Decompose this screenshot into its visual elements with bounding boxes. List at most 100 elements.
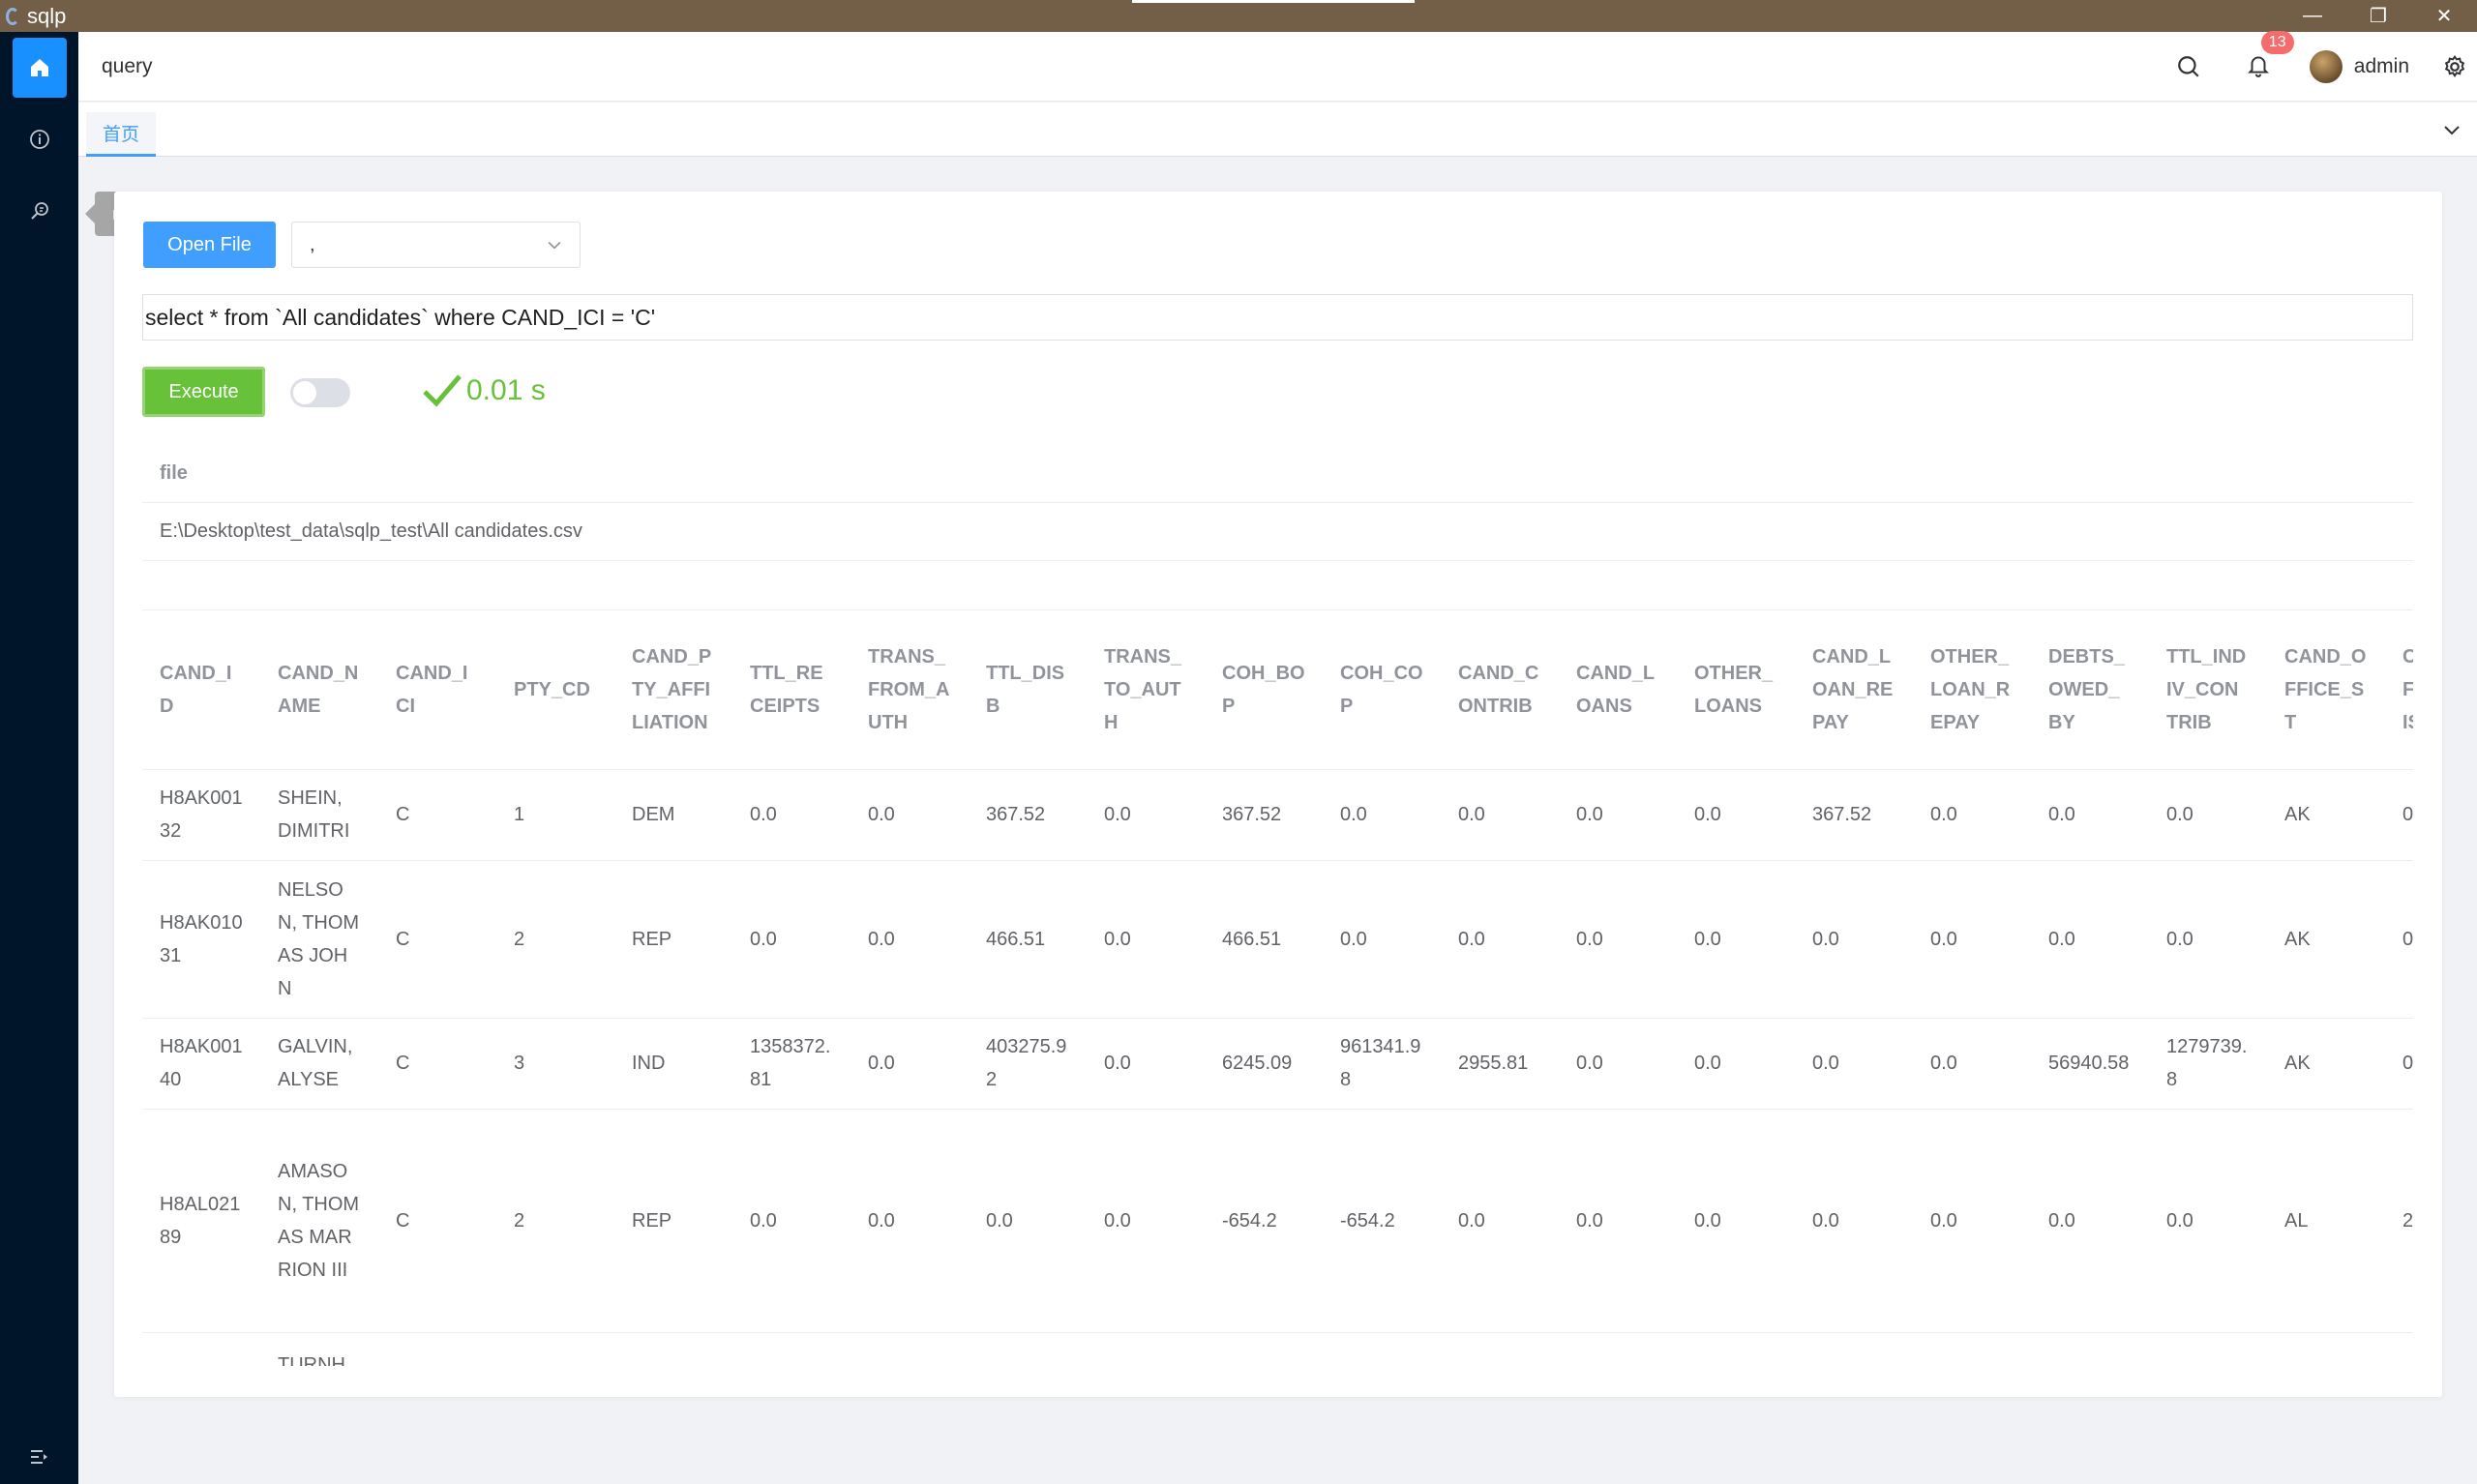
column-header: CAND_ID (142, 610, 260, 770)
window-controls: — ❐ ✕ (2280, 0, 2477, 32)
table-cell: 0.0 (732, 1109, 851, 1333)
table-cell: 0.0 (2031, 1109, 2149, 1333)
table-cell: 0.0 (1441, 1109, 1559, 1333)
search-icon[interactable] (2176, 54, 2201, 79)
table-cell: AK (2267, 769, 2385, 861)
avatar[interactable] (2309, 50, 2343, 83)
sidebar-item-about[interactable] (0, 104, 78, 175)
table-cell: 367.52 (1205, 769, 1323, 861)
column-header: OTHER_LOAN_REPAY (1913, 610, 2031, 770)
table-row: H8AK00140 GALVIN, ALYSE C 3 IND 1358372.81 0.0… (142, 1018, 2413, 1110)
table-cell: C (378, 1109, 496, 1333)
sidebar (0, 32, 78, 1484)
file-path: E:\Desktop\test_data\sqlp_test\All candi… (142, 503, 2413, 561)
minimize-button[interactable]: — (2280, 0, 2345, 32)
table-cell: 0.0 (1913, 1018, 2031, 1110)
sql-query-input[interactable]: select * from `All candidates` where CAN… (142, 294, 2413, 341)
table-cell: 0.0 (1913, 1109, 2031, 1333)
table-cell (851, 1332, 969, 1366)
table-cell: C (378, 860, 496, 1019)
table-cell: DEM (614, 769, 732, 861)
column-header: CAND_ICI (378, 610, 496, 770)
table-cell (1795, 1332, 1913, 1366)
table-cell: -654.2 (1205, 1109, 1323, 1333)
close-button[interactable]: ✕ (2411, 0, 2477, 32)
table-cell: 0.0 (1677, 1109, 1795, 1333)
sidebar-item-query[interactable] (0, 175, 78, 247)
table-cell: SHEIN, DIMITRI (260, 769, 378, 861)
restore-button[interactable]: ❐ (2345, 0, 2411, 32)
check-icon (423, 374, 462, 407)
table-row: H8AL02189 AMASON, THOMAS MARRION III C 2 REP… (142, 1109, 2413, 1333)
column-header: PTY_CD (496, 610, 614, 770)
table-cell: REP (614, 860, 732, 1019)
search-doc-icon (30, 202, 48, 220)
table-cell: 0.0 (1441, 860, 1559, 1019)
column-header: TTL_RECEIPTS (732, 610, 851, 770)
table-cell: 0.0 (1913, 860, 2031, 1019)
table-cell: 0.0 (1559, 860, 1677, 1019)
table-cell: 2955.81 (1441, 1018, 1559, 1110)
table-cell: 0.0 (1087, 769, 1205, 861)
table-cell: 3 (496, 1018, 614, 1110)
chevron-down-icon (548, 241, 561, 250)
top-header: query 13 admin (78, 30, 2477, 102)
table-cell: AL (2267, 1109, 2385, 1333)
gear-icon[interactable] (2442, 54, 2467, 79)
table-cell (1677, 1332, 1795, 1366)
table-cell: 0.0 (1677, 860, 1795, 1019)
elapsed-time: 0.01 s (466, 374, 546, 406)
column-header: CAND_PTY_AFFILIATION (614, 610, 732, 770)
table-cell: 0.0 (732, 769, 851, 861)
table-row: TURNH (142, 1332, 2413, 1366)
table-cell: 403275.92 (969, 1018, 1087, 1110)
table-cell (1205, 1332, 1323, 1366)
execute-button[interactable]: Execute (142, 367, 265, 417)
table-cell: 0.0 (1795, 860, 1913, 1019)
table-cell: TURNH (260, 1332, 378, 1366)
table-row: H8AK01031 NELSON, THOMAS JOHN C 2 REP 0.0 0.0 4… (142, 860, 2413, 1019)
table-cell (1913, 1332, 2031, 1366)
table-cell: 0.0 (1323, 860, 1441, 1019)
table-cell: 1358372.81 (732, 1018, 851, 1110)
chevron-down-icon[interactable] (2440, 118, 2463, 141)
column-header: COH_BOP (1205, 610, 1323, 770)
user-name[interactable]: admin (2354, 55, 2409, 78)
table-cell: IND (614, 1018, 732, 1110)
results-table-container[interactable]: CAND_ID CAND_NAME CAND_ICI PTY_CD CAND_P… (142, 609, 2413, 1366)
query-card: Open File , select * from `All candidate… (114, 192, 2442, 1397)
table-cell: 0.0 (851, 1109, 969, 1333)
table-cell (1323, 1332, 1441, 1366)
sidebar-item-home[interactable] (0, 32, 78, 104)
sidebar-collapse-button[interactable] (0, 1430, 78, 1484)
separator-select[interactable]: , (291, 222, 581, 268)
table-cell: 0 (2385, 860, 2413, 1019)
table-cell: 0.0 (1559, 769, 1677, 861)
window-titlebar: sqlp — ❐ ✕ (0, 0, 2477, 32)
tab-home[interactable]: 首页 (86, 112, 156, 157)
notifications-button[interactable]: 13 (2246, 30, 2294, 82)
table-cell (1559, 1332, 1677, 1366)
table-cell: AMASON, THOMAS MARRION III (260, 1109, 378, 1333)
table-cell: 0.0 (2031, 769, 2149, 861)
menu-fold-icon (30, 1450, 47, 1464)
table-row: H8AK00132 SHEIN, DIMITRI C 1 DEM 0.0 0.0 367.52… (142, 769, 2413, 861)
column-header: DEBTS_OWED_BY (2031, 610, 2149, 770)
info-icon (29, 130, 49, 149)
mode-toggle[interactable] (290, 378, 350, 407)
table-cell: 0.0 (1323, 769, 1441, 861)
table-cell: REP (614, 1109, 732, 1333)
table-cell (1087, 1332, 1205, 1366)
table-cell: 2 (496, 1109, 614, 1333)
table-cell: GALVIN, ALYSE (260, 1018, 378, 1110)
table-cell: 1 (496, 769, 614, 861)
column-header: COH_COP (1323, 610, 1441, 770)
header-actions: 13 admin (2176, 30, 2477, 102)
table-cell: 0.0 (851, 1018, 969, 1110)
table-cell: 0.0 (1795, 1109, 1913, 1333)
open-file-button[interactable]: Open File (143, 222, 276, 268)
table-cell: 0.0 (732, 860, 851, 1019)
table-cell: 466.51 (969, 860, 1087, 1019)
table-cell: 0.0 (1441, 769, 1559, 861)
table-cell (496, 1332, 614, 1366)
